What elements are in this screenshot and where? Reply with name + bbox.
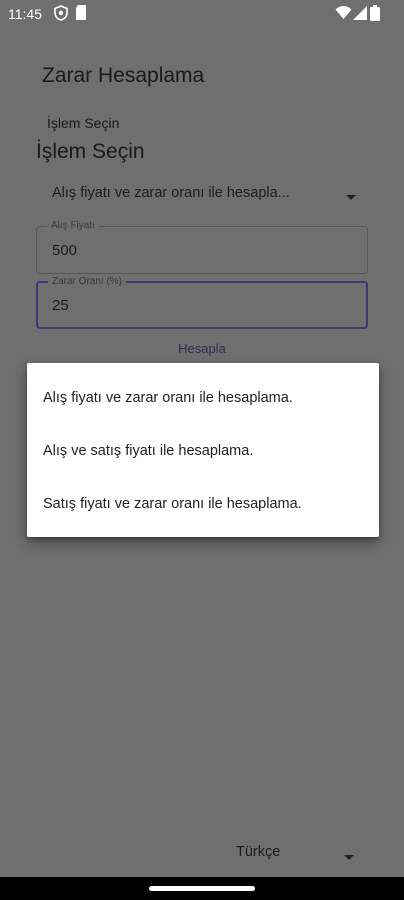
battery-icon [370, 5, 380, 24]
home-handle[interactable] [149, 886, 255, 891]
language-arrow-icon [344, 848, 354, 866]
sim-card-icon [75, 5, 87, 23]
operation-label-large: İşlem Seçin [36, 140, 145, 163]
language-dropdown-value: Türkçe [236, 844, 281, 860]
status-bar: 11:45 [0, 0, 404, 28]
shield-icon [54, 5, 68, 24]
menu-option-purchase-sale[interactable]: Alış ve satış fiyatı ile hesaplama. [43, 443, 253, 459]
loss-rate-label: Zarar Oranı (%) [48, 276, 127, 288]
purchase-price-value: 500 [52, 242, 78, 259]
purchase-price-label: Alış Fiyatı [47, 220, 99, 232]
language-dropdown[interactable]: Türkçe [236, 842, 358, 866]
page-title: Zarar Hesaplama [42, 64, 205, 87]
operation-dropdown[interactable]: Alış fiyatı ve zarar oranı ile hesapla..… [36, 176, 370, 212]
purchase-price-field[interactable]: Alış Fiyatı 500 [36, 220, 368, 274]
operation-label-small: İşlem Seçin [47, 115, 120, 131]
menu-option-sale-loss[interactable]: Satış fiyatı ve zarar oranı ile hesaplam… [43, 496, 302, 512]
dropdown-arrow-icon [346, 188, 356, 206]
menu-option-purchase-loss[interactable]: Alış fiyatı ve zarar oranı ile hesaplama… [43, 390, 293, 406]
loss-rate-value: 25 [52, 297, 69, 314]
signal-icon [353, 5, 367, 23]
status-time: 11:45 [8, 6, 42, 22]
wifi-icon [335, 5, 352, 23]
operation-dropdown-value: Alış fiyatı ve zarar oranı ile hesapla..… [52, 185, 290, 201]
loss-rate-field[interactable]: Zarar Oranı (%) 25 [36, 276, 368, 329]
navigation-bar [0, 877, 404, 900]
operation-options-menu: Alış fiyatı ve zarar oranı ile hesaplama… [27, 363, 379, 537]
calculate-button[interactable]: Hesapla [0, 341, 404, 356]
